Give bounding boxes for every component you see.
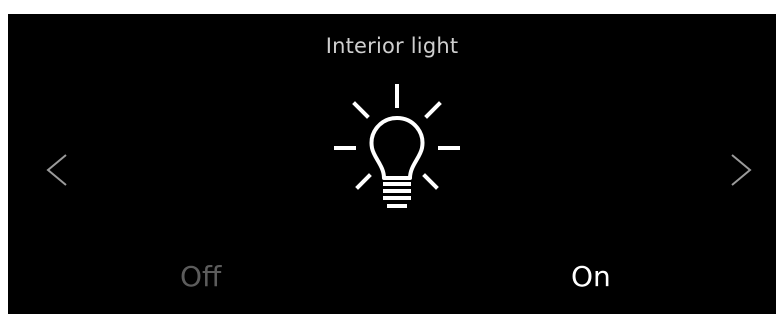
lightbulb-icon <box>334 84 460 208</box>
interior-light-panel: Interior light Off On <box>8 14 776 314</box>
next-button[interactable] <box>724 152 754 188</box>
on-option[interactable]: On <box>571 260 611 294</box>
chevron-right-icon <box>731 154 752 186</box>
screen-title: Interior light <box>325 34 459 58</box>
off-option[interactable]: Off <box>180 260 221 294</box>
previous-button[interactable] <box>44 152 74 188</box>
chevron-left-icon <box>46 154 67 186</box>
